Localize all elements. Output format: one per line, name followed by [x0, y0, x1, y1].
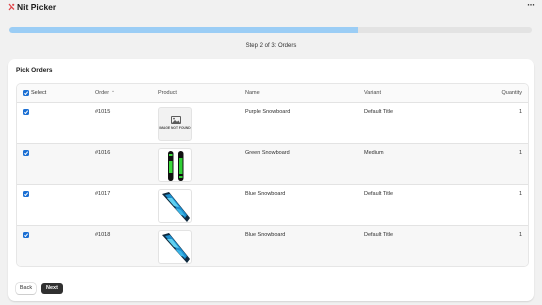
- row-checkbox[interactable]: [23, 109, 29, 115]
- column-header-quantity: Quantity: [501, 90, 522, 96]
- table-row[interactable]: #1017 Blue Snowboard Default Title 1: [17, 185, 528, 226]
- image-not-found-text: IMAGE NOT FOUND: [159, 126, 191, 130]
- product-name: Blue Snowboard: [245, 232, 286, 238]
- product-name: Purple Snowboard: [245, 109, 291, 115]
- column-header-select: Select: [31, 90, 47, 96]
- column-header-name: Name: [245, 90, 260, 96]
- product-image: IMAGE NOT FOUND: [158, 107, 192, 141]
- row-checkbox[interactable]: [23, 191, 29, 197]
- blue-snowboard-image: [162, 233, 190, 263]
- quantity: 1: [518, 109, 522, 115]
- order-number[interactable]: #1015: [95, 109, 110, 115]
- order-number[interactable]: #1017: [95, 191, 110, 197]
- column-header-order[interactable]: Order ⌃: [95, 90, 115, 96]
- back-button[interactable]: Back: [16, 283, 36, 294]
- table-row[interactable]: #1016 Green Snowboard Medium 1: [17, 144, 528, 185]
- orders-table: Select Order ⌃ Product Name Variant Quant…: [16, 83, 529, 267]
- product-name: Blue Snowboard: [245, 191, 286, 197]
- title-bar: Nit Picker ···: [0, 0, 542, 16]
- image-placeholder-icon: [171, 116, 181, 124]
- table-row[interactable]: #1018 Blue Snowboard Default Title 1: [17, 226, 528, 266]
- table-row[interactable]: #1015 IMAGE NOT FOUND Purple Snowboard D…: [17, 103, 528, 144]
- column-header-variant: Variant: [364, 90, 382, 96]
- order-number[interactable]: #1018: [95, 232, 110, 238]
- select-all-checkbox[interactable]: [23, 90, 29, 96]
- product-name: Green Snowboard: [245, 150, 290, 156]
- quantity: 1: [518, 191, 522, 197]
- green-snowboard-image: [168, 151, 184, 181]
- step-indicator: Step 2 of 3: Orders: [245, 43, 297, 49]
- card-title: Pick Orders: [16, 67, 53, 74]
- variant: Medium: [364, 150, 384, 156]
- product-image: [158, 148, 192, 182]
- variant: Default Title: [364, 109, 394, 115]
- product-image: [158, 189, 192, 223]
- variant: Default Title: [364, 232, 394, 238]
- blue-snowboard-image: [162, 192, 190, 222]
- row-checkbox[interactable]: [23, 232, 29, 238]
- order-number[interactable]: #1016: [95, 150, 110, 156]
- pick-orders-card: Pick Orders Select Order ⌃ Product Name V…: [8, 59, 534, 301]
- progress-fill: [9, 27, 358, 33]
- progress-bar: [9, 27, 532, 33]
- quantity: 1: [518, 232, 522, 238]
- table-header: Select Order ⌃ Product Name Variant Quant…: [17, 84, 528, 103]
- product-image: [158, 230, 192, 264]
- more-actions-button[interactable]: ···: [525, 0, 537, 12]
- app-title: Nit Picker: [17, 2, 57, 12]
- app-logo-icon: [8, 3, 15, 11]
- variant: Default Title: [364, 191, 394, 197]
- sort-icon[interactable]: ⌃: [111, 90, 115, 96]
- quantity: 1: [518, 150, 522, 156]
- column-header-product: Product: [158, 90, 177, 96]
- next-button[interactable]: Next: [41, 283, 63, 294]
- row-checkbox[interactable]: [23, 150, 29, 156]
